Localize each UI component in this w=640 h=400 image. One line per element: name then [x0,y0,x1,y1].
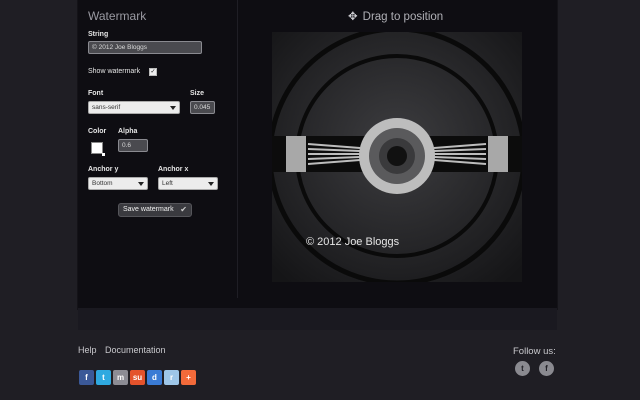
drag-to-position-title: ✥ Drag to position [348,9,443,23]
color-label: Color [88,128,107,135]
twitter-follow-icon[interactable]: t [515,361,530,376]
font-label: Font [88,90,104,97]
footer-links: Help Documentation [78,345,172,355]
chevron-down-icon [138,182,144,186]
show-watermark-checkbox[interactable]: ✓ [149,68,157,76]
anchor-x-label: Anchor x [158,166,189,173]
color-picker-swatch[interactable] [91,142,105,156]
move-icon: ✥ [348,11,358,23]
font-select-value: sans-serif [92,104,121,111]
string-label: String [88,31,109,38]
save-watermark-label: Save watermark [123,206,174,213]
chevron-down-icon [170,106,176,110]
twitter-icon[interactable]: t [96,370,111,385]
reddit-icon[interactable]: r [164,370,179,385]
watermark-text-overlay[interactable]: © 2012 Joe Bloggs [306,236,399,248]
anchor-x-select[interactable]: Left [158,177,218,190]
anchor-y-select[interactable]: Bottom [88,177,148,190]
checkmark-icon: ✔ [180,205,187,214]
watermark-frame: Watermark String © 2012 Joe Bloggs Show … [78,0,557,309]
anchor-y-value: Bottom [92,180,113,187]
documentation-link[interactable]: Documentation [105,345,166,355]
size-input[interactable]: 0.045 [190,101,215,114]
save-watermark-button[interactable]: Save watermark ✔ [118,203,192,217]
anchor-x-value: Left [162,180,173,187]
help-link[interactable]: Help [78,345,97,355]
show-watermark-label: Show watermark [88,68,141,75]
follow-us-label: Follow us: [513,346,556,357]
watermark-preview-image[interactable]: © 2012 Joe Bloggs [267,26,527,286]
panel-title: Watermark [88,9,147,23]
stumbleupon-icon[interactable]: su [130,370,145,385]
facebook-follow-icon[interactable]: f [539,361,554,376]
anchor-y-label: Anchor y [88,166,119,173]
alpha-label: Alpha [118,128,138,135]
frame-bottom-padding [78,308,557,330]
watermark-settings-panel: Watermark String © 2012 Joe Bloggs Show … [78,0,238,298]
myspace-icon[interactable]: m [113,370,128,385]
delicious-icon[interactable]: d [147,370,162,385]
share-icons-row: f t m su d r + [79,370,198,386]
facebook-icon[interactable]: f [79,370,94,385]
drag-to-position-label: Drag to position [362,11,444,23]
string-input[interactable]: © 2012 Joe Bloggs [88,41,202,54]
font-select[interactable]: sans-serif [88,101,180,114]
chevron-down-icon [208,182,214,186]
alpha-input[interactable]: 0.6 [118,139,148,152]
size-label: Size [190,90,205,97]
addthis-icon[interactable]: + [181,370,196,385]
